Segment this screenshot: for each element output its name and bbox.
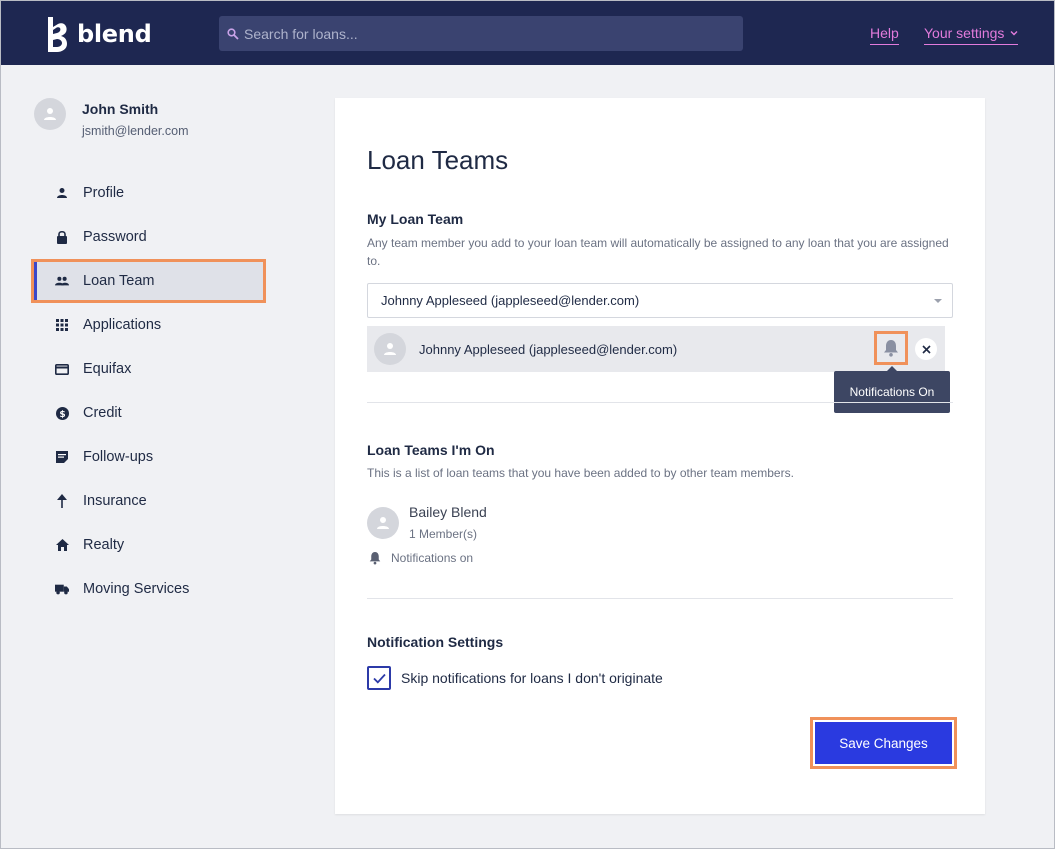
- sidebar-item-loan-team[interactable]: Loan Team: [31, 259, 266, 303]
- team-notification-status[interactable]: Notifications on: [367, 551, 473, 565]
- skip-notifications-checkbox[interactable]: [367, 666, 391, 690]
- settings-menu[interactable]: Your settings: [924, 25, 1019, 45]
- team-member-row: Johnny Appleseed (jappleseed@lender.com): [367, 326, 945, 372]
- checkbox-label: Skip notifications for loans I don't ori…: [401, 670, 663, 686]
- loan-teams-on-heading: Loan Teams I'm On: [367, 442, 495, 458]
- section-divider: [367, 598, 953, 599]
- settings-label: Your settings: [924, 25, 1005, 41]
- member-name: Johnny Appleseed (jappleseed@lender.com): [419, 341, 678, 357]
- sidebar-item-label: Profile: [83, 185, 125, 201]
- sidebar-item-realty[interactable]: Realty: [31, 523, 266, 567]
- notification-settings-heading: Notification Settings: [367, 634, 504, 650]
- notifications-tooltip: Notifications On: [834, 366, 950, 413]
- caret-down-icon: [934, 299, 942, 303]
- blend-logo-icon: [48, 17, 67, 52]
- team-member-count: 1 Member(s): [409, 527, 478, 541]
- sidebar-item-insurance[interactable]: Insurance: [31, 479, 266, 523]
- top-navbar: blend Help Your settings: [1, 1, 1054, 65]
- sidebar-item-label: Follow-ups: [83, 449, 154, 465]
- sidebar-item-password[interactable]: Password: [31, 215, 266, 259]
- sidebar-item-moving-services[interactable]: Moving Services: [31, 567, 266, 611]
- credit-card-icon: [55, 362, 69, 376]
- person-icon: [384, 343, 396, 355]
- avatar: [34, 98, 66, 130]
- house-icon: [55, 538, 69, 552]
- note-icon: [55, 450, 69, 464]
- my-loan-team-description: Any team member you add to your loan tea…: [367, 236, 949, 268]
- section-divider: [367, 402, 953, 403]
- sidebar-item-label: Insurance: [83, 493, 147, 509]
- sidebar-item-label: Moving Services: [83, 581, 190, 597]
- person-icon: [44, 108, 56, 120]
- sidebar-item-applications[interactable]: Applications: [31, 303, 266, 347]
- dollar-circle-icon: $: [55, 406, 69, 420]
- select-value: Johnny Appleseed (jappleseed@lender.com): [381, 293, 640, 308]
- person-icon: [55, 186, 69, 200]
- sidebar-item-label: Loan Team: [83, 273, 155, 289]
- user-profile: John Smith jsmith@lender.com: [34, 98, 188, 138]
- people-icon: [55, 274, 69, 288]
- team-entry: Bailey Blend 1 Member(s): [367, 504, 487, 541]
- member-avatar: [374, 333, 406, 365]
- team-name: Bailey Blend: [409, 504, 487, 520]
- sidebar-item-profile[interactable]: Profile: [31, 171, 266, 215]
- page-title: Loan Teams: [367, 145, 509, 175]
- brand-logo[interactable]: blend: [45, 15, 152, 53]
- save-changes-button[interactable]: Save Changes: [815, 722, 952, 764]
- loan-teams-on-description: This is a list of loan teams that you ha…: [367, 466, 794, 480]
- truck-icon: [55, 582, 69, 596]
- lock-icon: [55, 230, 69, 244]
- loan-teams-card: Loan Teams My Loan Team Any team member …: [335, 98, 985, 814]
- sidebar-nav: Profile Password Loan Team Applications …: [31, 171, 266, 611]
- brand-name: blend: [77, 20, 152, 48]
- sidebar-item-equifax[interactable]: Equifax: [31, 347, 266, 391]
- team-member-select[interactable]: Johnny Appleseed (jappleseed@lender.com): [367, 283, 953, 318]
- search-bar[interactable]: [219, 16, 743, 51]
- sidebar-item-label: Credit: [83, 405, 122, 421]
- skip-notifications-option[interactable]: Skip notifications for loans I don't ori…: [367, 666, 663, 690]
- team-notification-label: Notifications on: [391, 551, 474, 565]
- close-icon: [921, 344, 931, 354]
- help-link[interactable]: Help: [870, 25, 899, 45]
- svg-text:$: $: [59, 410, 65, 420]
- user-name: John Smith: [82, 101, 159, 117]
- sidebar-item-label: Realty: [83, 537, 125, 553]
- person-icon: [377, 517, 389, 529]
- grid-icon: [55, 318, 69, 332]
- sidebar-item-follow-ups[interactable]: Follow-ups: [31, 435, 266, 479]
- sidebar-item-credit[interactable]: $ Credit: [31, 391, 266, 435]
- my-loan-team-heading: My Loan Team: [367, 211, 464, 227]
- umbrella-icon: [55, 494, 69, 508]
- save-button-highlight: Save Changes: [810, 717, 957, 769]
- remove-member-button[interactable]: [915, 338, 937, 360]
- search-input[interactable]: [244, 25, 724, 42]
- sidebar-item-label: Equifax: [83, 361, 132, 377]
- search-icon: [227, 27, 239, 40]
- notification-toggle-button[interactable]: [874, 331, 908, 365]
- chevron-down-icon: [1010, 31, 1018, 36]
- sidebar-item-label: Password: [83, 229, 147, 245]
- sidebar-item-label: Applications: [83, 317, 162, 333]
- bell-icon: [369, 552, 381, 565]
- bell-icon: [884, 340, 898, 357]
- checkmark-icon: [372, 673, 386, 684]
- user-email: jsmith@lender.com: [82, 124, 189, 138]
- team-avatar: [367, 507, 399, 539]
